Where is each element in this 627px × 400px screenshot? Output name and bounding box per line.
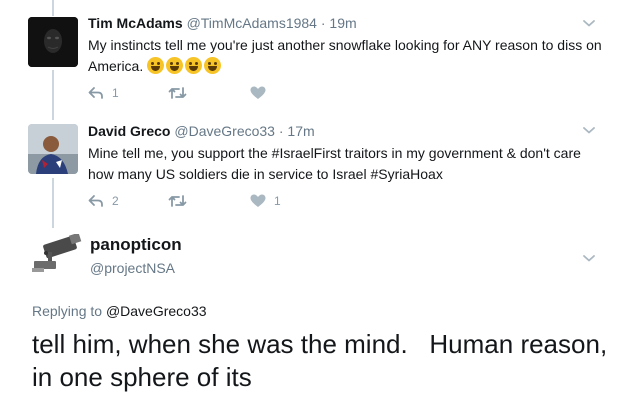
like-button[interactable]: 1: [250, 194, 281, 208]
tweet-text-body: My instincts tell me you're just another…: [88, 37, 602, 74]
separator: ·: [320, 15, 326, 31]
fullname[interactable]: Tim McAdams: [88, 15, 183, 31]
grinning-emoji: [185, 56, 203, 74]
handle[interactable]: @projectNSA: [90, 260, 175, 276]
avatar[interactable]: [28, 124, 78, 174]
tweet[interactable]: Tim McAdams @TimMcAdams1984 · 19m My ins…: [0, 0, 627, 115]
chevron-down-icon[interactable]: [582, 123, 596, 137]
tweet-text-part: Mine tell me, you support the: [88, 145, 272, 161]
fullname[interactable]: panopticon: [90, 235, 182, 255]
retweet-button[interactable]: [168, 86, 187, 100]
replying-label: Replying to: [32, 303, 103, 319]
main-tweet: panopticon @projectNSA Replying to @Dave…: [0, 225, 627, 400]
retweet-icon: [168, 194, 187, 208]
tweet[interactable]: David Greco @DaveGreco33 · 17m Mine tell…: [0, 115, 627, 225]
reply-button[interactable]: 1: [88, 86, 119, 100]
handle[interactable]: @TimMcAdams1984: [187, 15, 317, 31]
avatar[interactable]: [28, 17, 78, 67]
joy-emoji: [166, 56, 184, 74]
rofl-emoji: [147, 56, 165, 74]
hashtag-link[interactable]: #IsraelFirst: [272, 145, 341, 161]
timestamp[interactable]: 19m: [329, 15, 356, 31]
main-tweet-text: tell him, when she was the mind. Human r…: [32, 329, 615, 392]
like-button[interactable]: [250, 86, 266, 100]
heart-icon: [250, 86, 266, 100]
fullname[interactable]: David Greco: [88, 123, 170, 139]
retweet-icon: [168, 86, 187, 100]
like-count: 1: [274, 194, 281, 208]
reply-icon: [88, 194, 104, 208]
retweet-button[interactable]: [168, 194, 187, 208]
mention-link[interactable]: @DaveGreco33: [106, 303, 207, 319]
tweet-header: Tim McAdams @TimMcAdams1984 · 19m: [88, 15, 357, 31]
reply-button[interactable]: 2: [88, 194, 119, 208]
reply-count: 1: [112, 86, 119, 100]
tweet-text: My instincts tell me you're just another…: [88, 35, 608, 76]
reply-icon: [88, 86, 104, 100]
handle[interactable]: @DaveGreco33: [174, 123, 275, 139]
tweet-header: David Greco @DaveGreco33 · 17m: [88, 123, 315, 139]
chevron-down-icon[interactable]: [582, 251, 596, 265]
chevron-down-icon[interactable]: [582, 16, 596, 30]
reply-count: 2: [112, 194, 119, 208]
replying-to: Replying to @DaveGreco33: [32, 303, 207, 319]
grinning-emoji: [204, 56, 222, 74]
tweet-text: Mine tell me, you support the #IsraelFir…: [88, 143, 608, 184]
separator: ·: [278, 123, 284, 139]
timestamp[interactable]: 17m: [287, 123, 314, 139]
hashtag-link[interactable]: #SyriaHoax: [370, 166, 442, 182]
security-camera-icon[interactable]: [30, 232, 82, 280]
heart-icon: [250, 194, 266, 208]
